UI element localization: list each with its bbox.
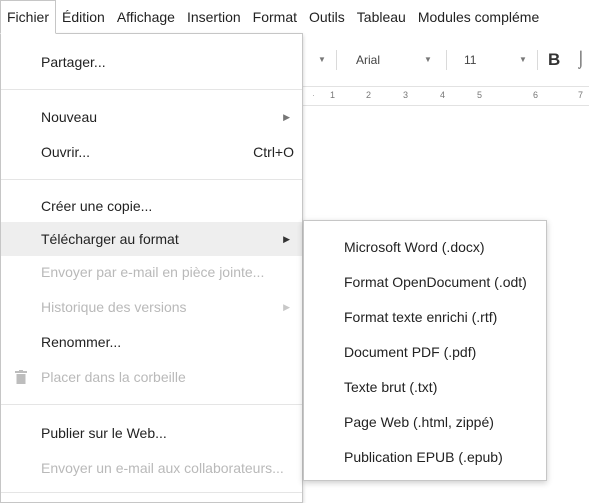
font-dropdown-arrow-icon[interactable]: ▼	[424, 34, 432, 86]
ruler-mark-5: 5	[477, 90, 483, 100]
menu-item-download[interactable]: Télécharger au format ▶	[1, 222, 302, 256]
shortcut-label: Ctrl+O	[253, 144, 294, 160]
file-menu: Partager... Nouveau ▶ Ouvrir... Ctrl+O C…	[0, 33, 303, 503]
download-epub[interactable]: Publication EPUB (.epub)	[304, 440, 546, 475]
menu-fichier[interactable]: Fichier	[0, 0, 57, 34]
submenu-arrow-icon: ▶	[283, 302, 290, 312]
ruler-mark-3: 3	[403, 90, 409, 100]
menu-format[interactable]: Format	[247, 0, 303, 34]
menu-item-new[interactable]: Nouveau ▶	[1, 100, 302, 134]
menu-edition[interactable]: Édition	[56, 0, 111, 34]
menu-item-label: Renommer...	[41, 334, 122, 350]
menu-item-email-attachment[interactable]: Envoyer par e-mail en pièce jointe...	[1, 255, 302, 289]
ruler-mark-6: 6	[533, 90, 539, 100]
download-txt[interactable]: Texte brut (.txt)	[304, 370, 546, 405]
font-family-select[interactable]: Arial	[356, 34, 380, 86]
menu-item-label: Nouveau	[41, 109, 98, 125]
bold-button[interactable]: B	[548, 34, 560, 86]
toolbar-divider	[446, 50, 447, 70]
menu-item-label: Placer dans la corbeille	[41, 369, 186, 385]
download-submenu: Microsoft Word (.docx) Format OpenDocume…	[303, 220, 547, 481]
menu-item-label: Envoyer un e-mail aux collaborateurs...	[41, 460, 284, 476]
menu-item-label: Ouvrir...	[41, 144, 91, 160]
download-docx[interactable]: Microsoft Word (.docx)	[304, 230, 546, 265]
menu-item-copy[interactable]: Créer une copie...	[1, 189, 302, 223]
menu-modules[interactable]: Modules compléme	[412, 0, 545, 34]
size-dropdown-arrow-icon[interactable]: ▼	[519, 34, 527, 86]
menu-item-share[interactable]: Partager...	[1, 45, 302, 79]
menu-insertion[interactable]: Insertion	[181, 0, 247, 34]
italic-button-partial[interactable]: ⌡	[576, 34, 586, 86]
font-size-select[interactable]: 11	[464, 34, 476, 86]
style-dropdown-arrow-icon[interactable]: ▼	[318, 34, 326, 86]
ruler-mark-1: 1	[330, 90, 336, 100]
submenu-arrow-icon: ▶	[283, 234, 290, 244]
ruler-mark-2: 2	[366, 90, 372, 100]
menu-bar: Fichier Édition Affichage Insertion Form…	[0, 0, 589, 34]
menu-item-label: Télécharger au format	[41, 231, 179, 247]
menu-separator	[1, 492, 302, 493]
menu-separator	[1, 89, 302, 90]
trash-icon	[15, 370, 27, 384]
menu-separator	[1, 404, 302, 405]
menu-item-label: Historique des versions	[41, 299, 187, 315]
menu-separator	[1, 179, 302, 180]
menu-item-label: Publier sur le Web...	[41, 425, 167, 441]
menu-item-label: Partager...	[41, 54, 106, 70]
menu-item-publish-web[interactable]: Publier sur le Web...	[1, 416, 302, 450]
menu-item-open[interactable]: Ouvrir... Ctrl+O	[1, 135, 302, 169]
menu-affichage[interactable]: Affichage	[111, 0, 181, 34]
ruler-mark-7: 7	[578, 90, 584, 100]
submenu-arrow-icon: ▶	[283, 112, 290, 122]
ruler-mark-4: 4	[440, 90, 446, 100]
menu-item-email-collaborators[interactable]: Envoyer un e-mail aux collaborateurs...	[1, 451, 302, 485]
ruler-tick: ·	[312, 90, 315, 100]
menu-item-label: Envoyer par e-mail en pièce jointe...	[41, 264, 265, 280]
download-html[interactable]: Page Web (.html, zippé)	[304, 405, 546, 440]
menu-item-version-history[interactable]: Historique des versions ▶	[1, 290, 302, 324]
download-odt[interactable]: Format OpenDocument (.odt)	[304, 265, 546, 300]
menu-item-rename[interactable]: Renommer...	[1, 325, 302, 359]
menu-outils[interactable]: Outils	[303, 0, 351, 34]
download-rtf[interactable]: Format texte enrichi (.rtf)	[304, 300, 546, 335]
toolbar-divider	[336, 50, 337, 70]
menu-tableau[interactable]: Tableau	[351, 0, 412, 34]
menu-item-label: Créer une copie...	[41, 198, 153, 214]
menu-item-trash[interactable]: Placer dans la corbeille	[1, 360, 302, 394]
download-pdf[interactable]: Document PDF (.pdf)	[304, 335, 546, 370]
toolbar-divider	[537, 50, 538, 70]
